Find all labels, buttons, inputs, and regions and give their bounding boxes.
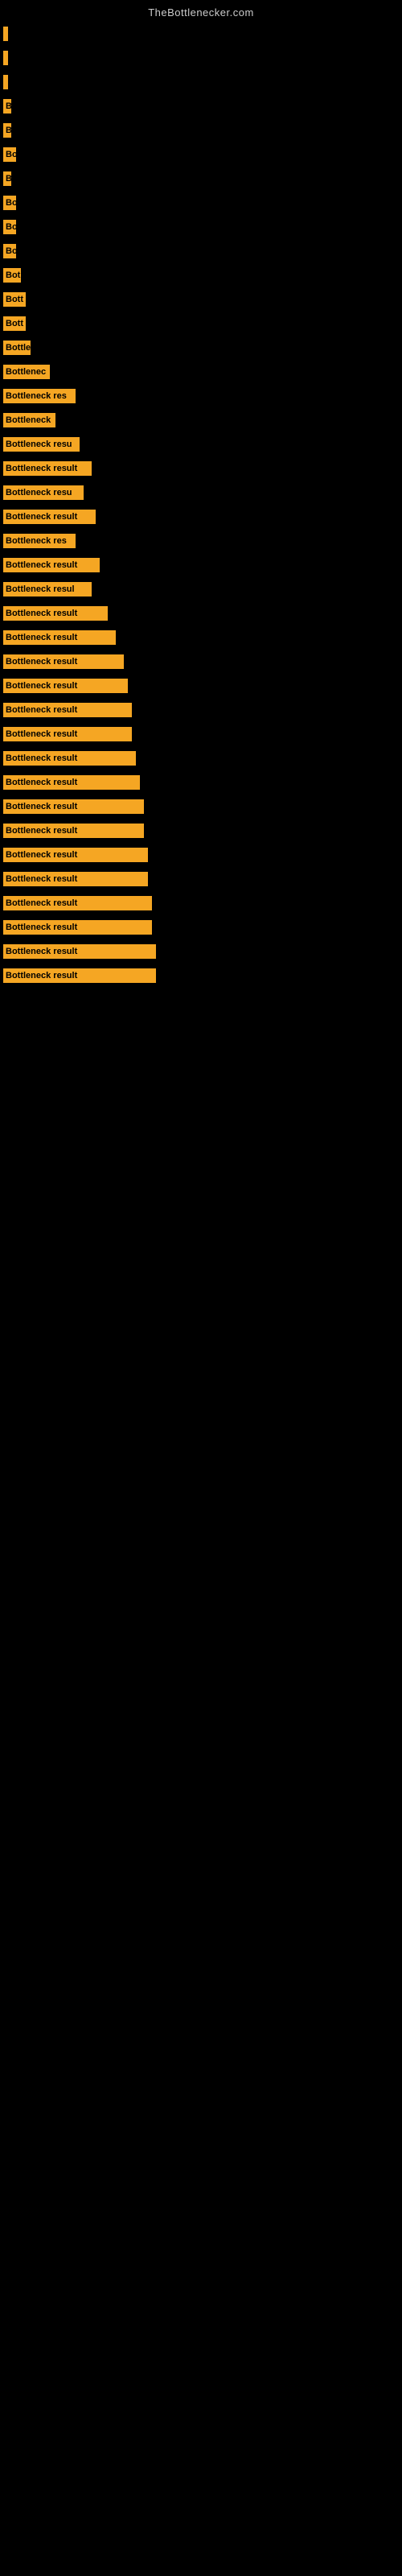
bar-label: Bottleneck resu (3, 437, 80, 452)
bar-label: Bottleneck result (3, 896, 152, 910)
bar-row: Bottleneck result (0, 939, 402, 964)
bar-row: Bottleneck res (0, 384, 402, 408)
bar-row: Bottleneck resu (0, 432, 402, 456)
bar-row (0, 46, 402, 70)
bar-label: Bottleneck result (3, 558, 100, 572)
bar-row: Bottleneck result (0, 795, 402, 819)
bar-label: Bottleneck res (3, 389, 76, 403)
bar-row: Bot (0, 263, 402, 287)
bar-label: Bott (3, 316, 26, 331)
bar-row: Bo (0, 215, 402, 239)
bar-row: Bott (0, 287, 402, 312)
bar-label: Bottlenec (3, 365, 50, 379)
bar-label: Bottleneck result (3, 824, 144, 838)
bar-row: B (0, 94, 402, 118)
bar-row: B (0, 118, 402, 142)
bar-label: Bottleneck result (3, 461, 92, 476)
bar-row: Bottleneck result (0, 625, 402, 650)
bar-row: Bottleneck result (0, 553, 402, 577)
bar-label: Bottleneck result (3, 799, 144, 814)
bar-label: Bottleneck result (3, 751, 136, 766)
site-title: TheBottlenecker.com (0, 0, 402, 22)
bar-row (0, 22, 402, 46)
bar-row: Bottleneck (0, 408, 402, 432)
bar-label: Bottle (3, 341, 31, 355)
bar-label (3, 51, 8, 65)
bar-label: Bo (3, 147, 16, 162)
bar-label: Bottleneck result (3, 606, 108, 621)
bar-label (3, 75, 8, 89)
bar-row: B (0, 167, 402, 191)
bar-label: Bottleneck result (3, 968, 156, 983)
bar-label: Bottleneck result (3, 944, 156, 959)
bar-label: Bottleneck (3, 413, 55, 427)
bar-row: Bott (0, 312, 402, 336)
bar-row: Bottleneck result (0, 505, 402, 529)
bar-row: Bottleneck resul (0, 577, 402, 601)
bar-row: Bottleneck result (0, 650, 402, 674)
bar-row: Bottleneck result (0, 843, 402, 867)
bar-label: Bottleneck result (3, 727, 132, 741)
bar-row: Bottleneck result (0, 964, 402, 988)
bar-label: Bottleneck result (3, 510, 96, 524)
bar-row (0, 70, 402, 94)
bar-row: Bottleneck result (0, 601, 402, 625)
bar-label: B (3, 123, 11, 138)
bar-row: Bottleneck result (0, 891, 402, 915)
bar-label (3, 27, 8, 41)
bar-label: Bo (3, 220, 16, 234)
bar-label: Bottleneck resul (3, 582, 92, 597)
bar-row: Bottleneck result (0, 698, 402, 722)
bar-label: Bottleneck result (3, 703, 132, 717)
bar-row: Bottleneck result (0, 456, 402, 481)
bar-label: Bottleneck result (3, 630, 116, 645)
bar-row: Bottleneck result (0, 867, 402, 891)
bar-row: Bottle (0, 336, 402, 360)
bar-label: Bottleneck result (3, 848, 148, 862)
bar-label: Bott (3, 292, 26, 307)
bar-label: Bo (3, 196, 16, 210)
bar-row: Bo (0, 191, 402, 215)
bar-row: Bo (0, 239, 402, 263)
bars-container: BBBoBBoBoBoBotBottBottBottleBottlenecBot… (0, 22, 402, 988)
bar-label: Bottleneck result (3, 775, 140, 790)
bar-label: Bo (3, 244, 16, 258)
bar-label: B (3, 99, 11, 114)
bar-row: Bottleneck result (0, 915, 402, 939)
bar-row: Bottleneck result (0, 746, 402, 770)
bar-label: Bottleneck result (3, 920, 152, 935)
bar-row: Bottleneck res (0, 529, 402, 553)
bar-label: B (3, 171, 11, 186)
bar-row: Bottlenec (0, 360, 402, 384)
bar-label: Bot (3, 268, 21, 283)
bar-row: Bottleneck resu (0, 481, 402, 505)
bar-row: Bottleneck result (0, 819, 402, 843)
bar-label: Bottleneck result (3, 679, 128, 693)
bar-row: Bottleneck result (0, 674, 402, 698)
bar-label: Bottleneck res (3, 534, 76, 548)
bar-row: Bottleneck result (0, 722, 402, 746)
bar-label: Bottleneck result (3, 872, 148, 886)
bar-label: Bottleneck result (3, 654, 124, 669)
bar-row: Bottleneck result (0, 770, 402, 795)
bar-label: Bottleneck resu (3, 485, 84, 500)
bar-row: Bo (0, 142, 402, 167)
